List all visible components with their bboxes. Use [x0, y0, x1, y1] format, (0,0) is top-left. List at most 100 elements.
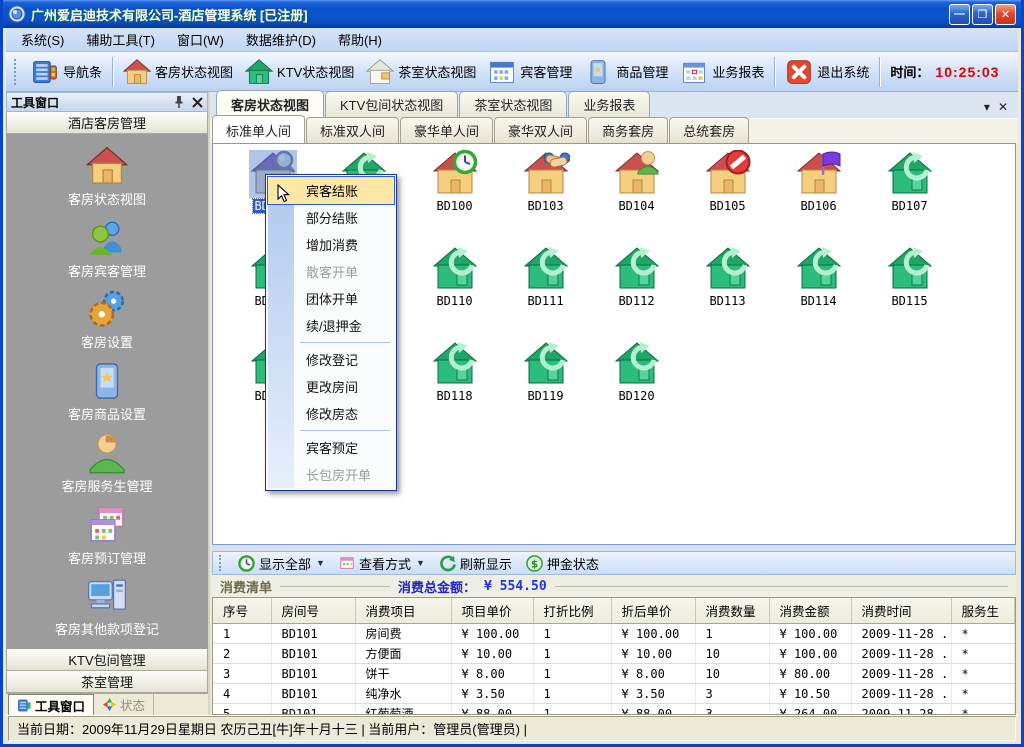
toolbar-button-5[interactable]: 商品管理 [578, 55, 674, 89]
room-type-tab-2[interactable]: 豪华单人间 [400, 117, 493, 143]
room-BD106[interactable]: BD106 [773, 150, 864, 245]
context-menu-item-2[interactable]: 增加消费 [268, 231, 394, 258]
toolbar-button-4[interactable]: 宾客管理 [482, 55, 578, 89]
room-BD107[interactable]: BD107 [864, 150, 955, 245]
sidebar-close-icon[interactable] [192, 97, 203, 108]
sidebar-bottom-tab-1[interactable]: 状态 [94, 694, 154, 715]
toolbar-button-2[interactable]: KTV状态视图 [239, 55, 360, 89]
column-header-3[interactable]: 项目单价 [451, 598, 533, 624]
sidebar-item-0[interactable]: 客房状态视图 [68, 145, 146, 208]
toolbar-button-0[interactable]: 导航条 [25, 55, 108, 89]
consumption-toolbar-button-3[interactable]: $押金状态 [520, 552, 605, 575]
menu-item-1[interactable]: 辅助工具(T) [75, 27, 166, 52]
room-BD103[interactable]: BD103 [500, 150, 591, 245]
room-label: BD113 [709, 294, 745, 308]
toolbar-button-6[interactable]: 业务报表 [674, 55, 770, 89]
minimize-button[interactable]: — [949, 4, 970, 25]
room-BD115[interactable]: BD115 [864, 245, 955, 340]
room-BD105[interactable]: BD105 [682, 150, 773, 245]
sidebar-item-4[interactable]: 客房服务生管理 [61, 432, 152, 495]
tab-3[interactable]: 业务报表 [568, 91, 650, 118]
room-BD112[interactable]: BD112 [591, 245, 682, 340]
tab-1[interactable]: KTV包间状态视图 [325, 91, 458, 118]
sidebar-group-hotel-rooms[interactable]: 酒店客房管理 [6, 112, 208, 134]
room-type-tab-3[interactable]: 豪华双人间 [494, 117, 587, 143]
context-menu-item-5[interactable]: 续/退押金 [268, 312, 394, 339]
pin-icon[interactable] [173, 95, 185, 109]
sidebar-group-bottom-0[interactable]: KTV包间管理 [6, 649, 208, 671]
column-header-0[interactable]: 序号 [213, 598, 271, 624]
room-type-tab-4[interactable]: 商务套房 [588, 117, 668, 143]
room-BD120[interactable]: BD120 [591, 340, 682, 435]
room-BD104[interactable]: BD104 [591, 150, 682, 245]
table-row[interactable]: 3BD101饼干¥ 8.001¥ 8.0010¥ 80.002009-11-28… [213, 664, 1015, 684]
close-button[interactable]: ✕ [995, 4, 1016, 25]
consumption-toolbar-button-0[interactable]: 显示全部▼ [232, 552, 331, 575]
toolbar-button-7[interactable]: 退出系统 [779, 55, 875, 89]
consumption-toolbar-button-2[interactable]: 刷新显示 [433, 552, 518, 575]
table-cell: * [951, 704, 1015, 716]
table-cell: 房间费 [355, 624, 451, 644]
table-cell: 10 [695, 644, 769, 664]
table-row[interactable]: 4BD101纯净水¥ 3.501¥ 3.503¥ 10.502009-11-28… [213, 684, 1015, 704]
menu-item-0[interactable]: 系统(S) [10, 27, 75, 52]
sidebar-titlebar: 工具窗口 [6, 92, 208, 112]
room-type-tab-1[interactable]: 标准双人间 [306, 117, 399, 143]
column-header-5[interactable]: 折后单价 [611, 598, 695, 624]
toolbar-grip[interactable] [219, 555, 226, 571]
menu-item-3[interactable]: 数据维护(D) [235, 27, 327, 52]
column-header-7[interactable]: 消费金额 [769, 598, 851, 624]
context-menu-item-9[interactable]: 修改房态 [268, 400, 394, 427]
report-calendar-icon [680, 58, 708, 86]
context-menu-item-4[interactable]: 团体开单 [268, 285, 394, 312]
column-header-9[interactable]: 服务生 [951, 598, 1015, 624]
context-menu-item-3: 散客开单 [268, 258, 394, 285]
toolbar-button-1[interactable]: 客房状态视图 [117, 55, 239, 89]
sidebar-item-1[interactable]: 客房宾客管理 [68, 217, 146, 280]
column-header-2[interactable]: 消费项目 [355, 598, 451, 624]
consumption-table-panel: 序号房间号消费项目项目单价打折比例折后单价消费数量消费金额消费时间服务生1BD1… [212, 597, 1016, 715]
sidebar-bottom-tab-0[interactable]: 工具窗口 [8, 694, 94, 715]
context-menu-item-11[interactable]: 宾客预定 [268, 434, 394, 461]
menu-item-4[interactable]: 帮助(H) [327, 27, 393, 52]
room-label: BD104 [618, 199, 654, 213]
table-row[interactable]: 5BD101红葡萄酒¥ 88.001¥ 88.003¥ 264.002009-1… [213, 704, 1015, 716]
table-row[interactable]: 2BD101方便面¥ 10.001¥ 10.0010¥ 100.002009-1… [213, 644, 1015, 664]
room-BD114[interactable]: BD114 [773, 245, 864, 340]
tab-close-icon[interactable]: ✕ [998, 100, 1008, 114]
column-header-8[interactable]: 消费时间 [851, 598, 951, 624]
room-type-tab-0[interactable]: 标准单人间 [212, 115, 305, 143]
context-menu-item-8[interactable]: 更改房间 [268, 373, 394, 400]
column-header-6[interactable]: 消费数量 [695, 598, 769, 624]
tab-strip-controls: ▾✕ [978, 100, 1014, 118]
tab-0[interactable]: 客房状态视图 [216, 90, 324, 118]
room-BD119[interactable]: BD119 [500, 340, 591, 435]
tab-dropdown-icon[interactable]: ▾ [984, 100, 990, 114]
sidebar-item-5[interactable]: 客房预订管理 [68, 504, 146, 567]
room-BD110[interactable]: BD110 [409, 245, 500, 340]
toolbar-separator [112, 57, 113, 87]
maximize-button[interactable]: ❐ [972, 4, 993, 25]
sidebar-item-6[interactable]: 客房其他款项登记 [55, 575, 159, 638]
room-type-tab-5[interactable]: 总统套房 [669, 117, 749, 143]
toolbar-button-3[interactable]: 茶室状态视图 [360, 55, 482, 89]
sidebar-item-3[interactable]: 客房商品设置 [68, 360, 146, 423]
consumption-toolbar-button-label: 刷新显示 [460, 554, 512, 573]
toolbar-grip[interactable] [14, 59, 21, 85]
context-menu-item-7[interactable]: 修改登记 [268, 346, 394, 373]
tab-2[interactable]: 茶室状态视图 [459, 91, 567, 118]
table-cell: 2009-11-28 ... [851, 624, 951, 644]
column-header-4[interactable]: 打折比例 [533, 598, 611, 624]
table-row[interactable]: 1BD101房间费¥ 100.001¥ 100.001¥ 100.002009-… [213, 624, 1015, 644]
context-menu-item-1[interactable]: 部分结账 [268, 204, 394, 231]
consumption-toolbar-button-1[interactable]: 查看方式▼ [333, 552, 431, 575]
room-BD100[interactable]: BD100 [409, 150, 500, 245]
room-BD113[interactable]: BD113 [682, 245, 773, 340]
sidebar-item-2[interactable]: 客房设置 [81, 288, 133, 351]
column-header-1[interactable]: 房间号 [271, 598, 355, 624]
room-BD111[interactable]: BD111 [500, 245, 591, 340]
clock-small-icon [238, 555, 255, 572]
menu-item-2[interactable]: 窗口(W) [166, 27, 235, 52]
room-BD118[interactable]: BD118 [409, 340, 500, 435]
sidebar-group-bottom-1[interactable]: 茶室管理 [6, 671, 208, 693]
